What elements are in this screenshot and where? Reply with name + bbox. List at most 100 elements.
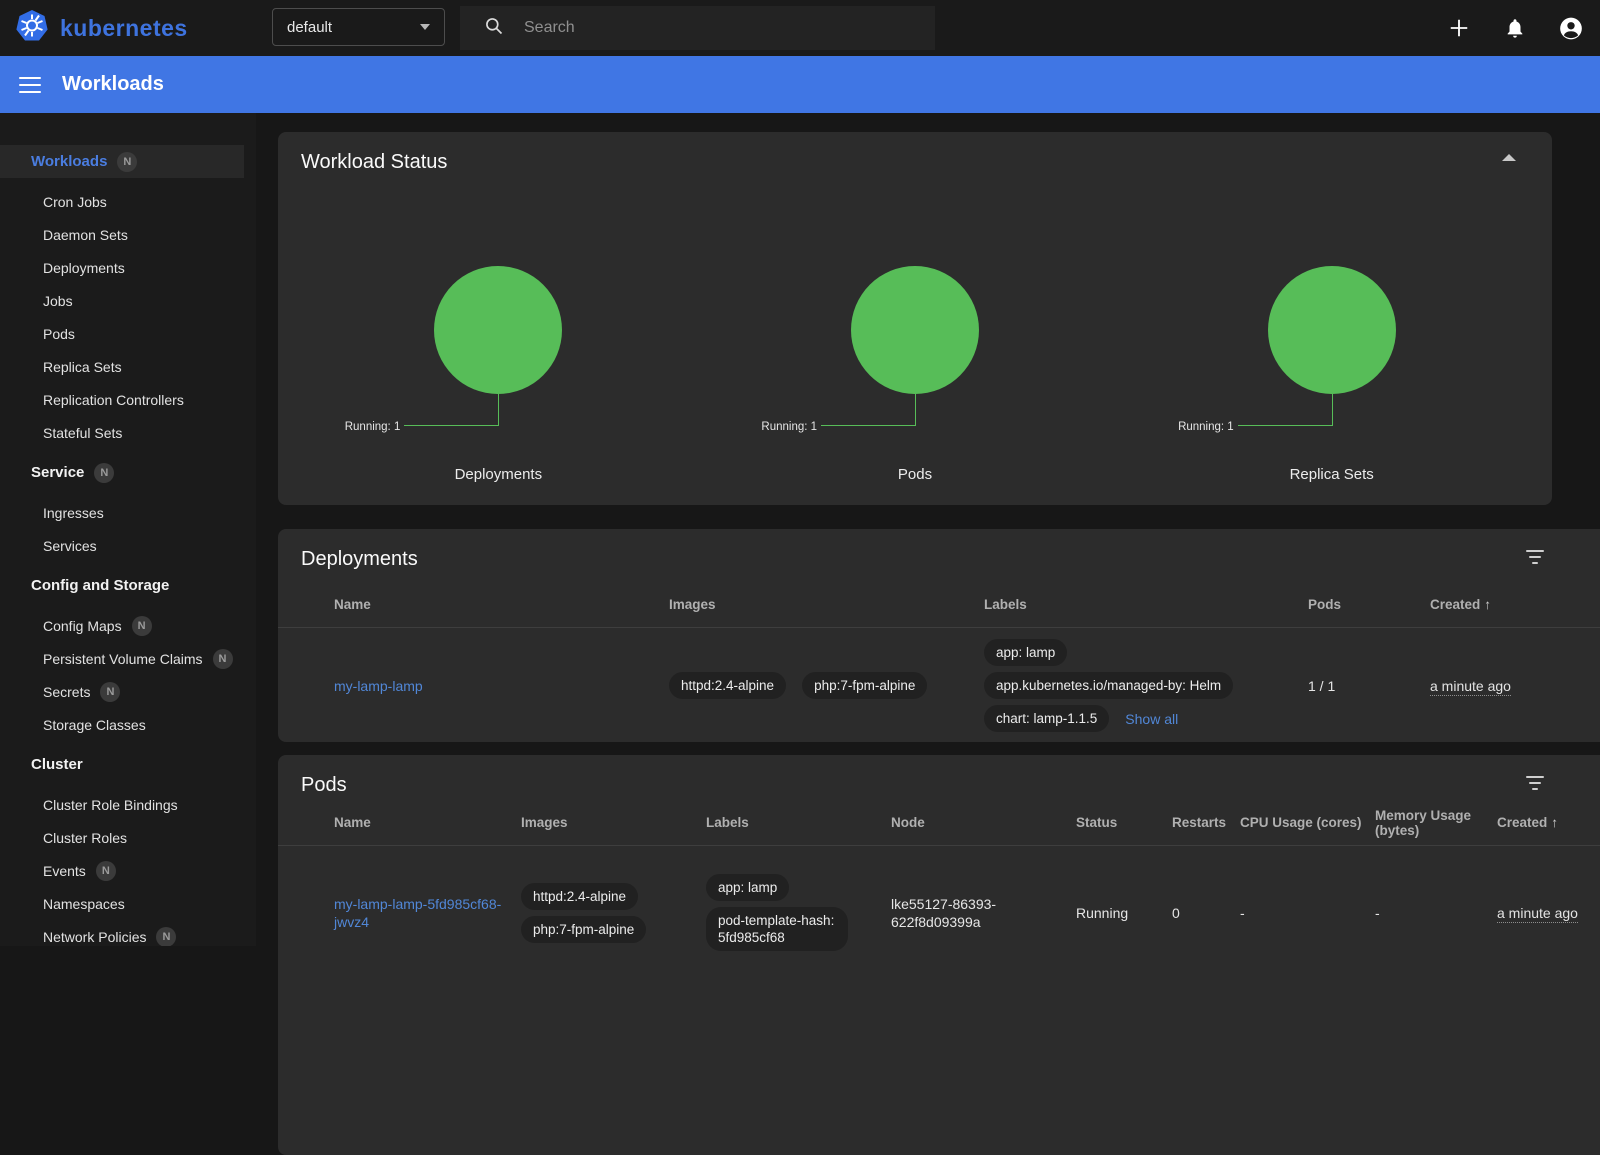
pod-name-link[interactable]: my-lamp-lamp-5fd985cf68-jwvz4 xyxy=(334,895,510,931)
restarts-column-header[interactable]: Restarts xyxy=(1172,801,1240,845)
status-column-header xyxy=(278,583,334,627)
deployments-card: Deployments Name Images Labels Pods Crea… xyxy=(278,529,1600,742)
pod-cpu-usage: - xyxy=(1240,905,1245,921)
label-chip: app: lamp xyxy=(706,874,789,901)
labels-column-header[interactable]: Labels xyxy=(706,801,891,845)
sidebar-item-deployments[interactable]: Deployments xyxy=(0,251,256,284)
sidebar-item-namespaces[interactable]: Namespaces xyxy=(0,887,256,920)
sidebar-item-replica-sets[interactable]: Replica Sets xyxy=(0,350,256,383)
labels-column-header[interactable]: Labels xyxy=(984,583,1308,627)
sidebar-item-pods[interactable]: Pods xyxy=(0,317,256,350)
sidebar-item-label: Replication Controllers xyxy=(43,392,184,408)
sidebar-item-label: Cron Jobs xyxy=(43,194,107,210)
sidebar-item-label: Jobs xyxy=(43,293,73,309)
namespace-selector[interactable]: default xyxy=(272,8,445,46)
status-text-column-header[interactable]: Status xyxy=(1076,801,1172,845)
images-column-header[interactable]: Images xyxy=(669,583,984,627)
namespaced-badge: N xyxy=(213,649,233,669)
namespaced-badge: N xyxy=(117,152,137,172)
sidebar-item-config-and-storage[interactable]: Config and Storage xyxy=(0,569,256,602)
show-all-labels-link[interactable]: Show all xyxy=(1125,711,1178,727)
sidebar-item-stateful-sets[interactable]: Stateful Sets xyxy=(0,416,256,449)
sidebar-item-replication-controllers[interactable]: Replication Controllers xyxy=(0,383,256,416)
workload-status-card: Workload Status Running: 1 Deployments R… xyxy=(278,132,1552,505)
name-column-header[interactable]: Name xyxy=(334,801,521,845)
images-column-header[interactable]: Images xyxy=(521,801,706,845)
memory-usage-column-header[interactable]: Memory Usage (bytes) xyxy=(1375,801,1497,845)
notifications-bell-icon[interactable] xyxy=(1502,15,1528,41)
deployment-name-link[interactable]: my-lamp-lamp xyxy=(334,678,423,694)
sidebar-item-daemon-sets[interactable]: Daemon Sets xyxy=(0,218,256,251)
pod-status: Running xyxy=(1076,905,1128,921)
collapse-card-icon[interactable] xyxy=(1502,154,1516,161)
menu-hamburger-icon[interactable] xyxy=(19,77,41,93)
sidebar-item-label: Services xyxy=(43,538,97,554)
pie-annotation: Running: 1 xyxy=(707,394,1124,426)
search-bar[interactable] xyxy=(460,6,935,50)
created-column-header[interactable]: Created↑ xyxy=(1497,801,1600,845)
create-resource-button[interactable] xyxy=(1446,15,1472,41)
table-row: my-lamp-lamp httpd:2.4-alpine php:7-fpm-… xyxy=(278,627,1600,742)
app-bar: Workloads xyxy=(0,56,1600,113)
namespaced-badge: N xyxy=(132,616,152,636)
pie-annotation: Running: 1 xyxy=(1123,394,1540,426)
pods-column-header[interactable]: Pods xyxy=(1308,583,1430,627)
namespaced-badge: N xyxy=(94,463,114,483)
sidebar-item-service[interactable]: Service N xyxy=(0,456,256,489)
image-chip: httpd:2.4-alpine xyxy=(669,672,786,699)
sidebar-item-label: Pods xyxy=(43,326,75,342)
sidebar-item-persistent-volume-claims[interactable]: Persistent Volume Claims N xyxy=(0,642,256,675)
sidebar-item-secrets[interactable]: Secrets N xyxy=(0,675,256,708)
sidebar-item-jobs[interactable]: Jobs xyxy=(0,284,256,317)
brand[interactable]: kubernetes xyxy=(14,8,188,49)
name-column-header[interactable]: Name xyxy=(334,583,669,627)
workload-status-title: Workload Status xyxy=(301,151,447,174)
pods-header-row: Name Images Labels Node Status Restarts … xyxy=(278,801,1600,845)
namespaced-badge: N xyxy=(156,927,176,947)
kubernetes-logo-icon xyxy=(14,8,50,49)
sidebar-item-services[interactable]: Services xyxy=(0,529,256,562)
created-timestamp: a minute ago xyxy=(1430,678,1511,696)
sidebar-item-ingresses[interactable]: Ingresses xyxy=(0,496,256,529)
sidebar-item-events[interactable]: Events N xyxy=(0,854,256,887)
label-chip: app.kubernetes.io/managed-by: Helm xyxy=(984,672,1233,699)
pie-running-slice[interactable] xyxy=(434,266,562,394)
pie-running-slice[interactable] xyxy=(1268,266,1396,394)
sidebar-item-cluster-roles[interactable]: Cluster Roles xyxy=(0,821,256,854)
sidebar-item-label: Network Policies xyxy=(43,929,146,945)
sidebar-item-cluster-role-bindings[interactable]: Cluster Role Bindings xyxy=(0,788,256,821)
pie-annotation-label: Running: 1 xyxy=(761,421,817,433)
filter-icon[interactable] xyxy=(1524,547,1546,567)
account-avatar-icon[interactable] xyxy=(1558,15,1584,41)
created-timestamp: a minute ago xyxy=(1497,905,1578,923)
sidebar-item-label: Config Maps xyxy=(43,618,122,634)
namespace-value: default xyxy=(287,19,332,36)
filter-icon[interactable] xyxy=(1524,773,1546,793)
search-input[interactable] xyxy=(524,19,884,37)
chevron-down-icon xyxy=(420,24,430,30)
sidebar-item-workloads[interactable]: Workloads N xyxy=(0,145,244,178)
pods-card: Pods Name Images Labels Node Status Rest… xyxy=(278,755,1600,1155)
sidebar-item-cron-jobs[interactable]: Cron Jobs xyxy=(0,185,256,218)
sidebar-item-label: Stateful Sets xyxy=(43,425,122,441)
sidebar-item-cluster[interactable]: Cluster xyxy=(0,748,256,781)
pods-pie-chart: Running: 1 Pods xyxy=(707,266,1124,483)
image-chip: php:7-fpm-alpine xyxy=(521,916,646,943)
sidebar-item-label: Replica Sets xyxy=(43,359,122,375)
topbar-actions xyxy=(1446,0,1584,56)
pod-restarts: 0 xyxy=(1172,905,1180,921)
replica-sets-pie-chart: Running: 1 Replica Sets xyxy=(1123,266,1540,483)
sidebar-item-config-maps[interactable]: Config Maps N xyxy=(0,609,256,642)
sidebar-item-label: Persistent Volume Claims xyxy=(43,651,203,667)
sidebar-item-label: Ingresses xyxy=(43,505,104,521)
sidebar-item-storage-classes[interactable]: Storage Classes xyxy=(0,708,256,741)
cpu-usage-column-header[interactable]: CPU Usage (cores) xyxy=(1240,801,1375,845)
pie-running-slice[interactable] xyxy=(851,266,979,394)
brand-title: kubernetes xyxy=(60,15,188,42)
created-column-header[interactable]: Created↑ xyxy=(1430,583,1600,627)
sidebar-item-label: Deployments xyxy=(43,260,125,276)
sidebar-item-label: Cluster xyxy=(31,756,83,773)
node-column-header[interactable]: Node xyxy=(891,801,1076,845)
image-chip: httpd:2.4-alpine xyxy=(521,883,638,910)
sidebar-item-network-policies[interactable]: Network Policies N xyxy=(0,920,256,946)
